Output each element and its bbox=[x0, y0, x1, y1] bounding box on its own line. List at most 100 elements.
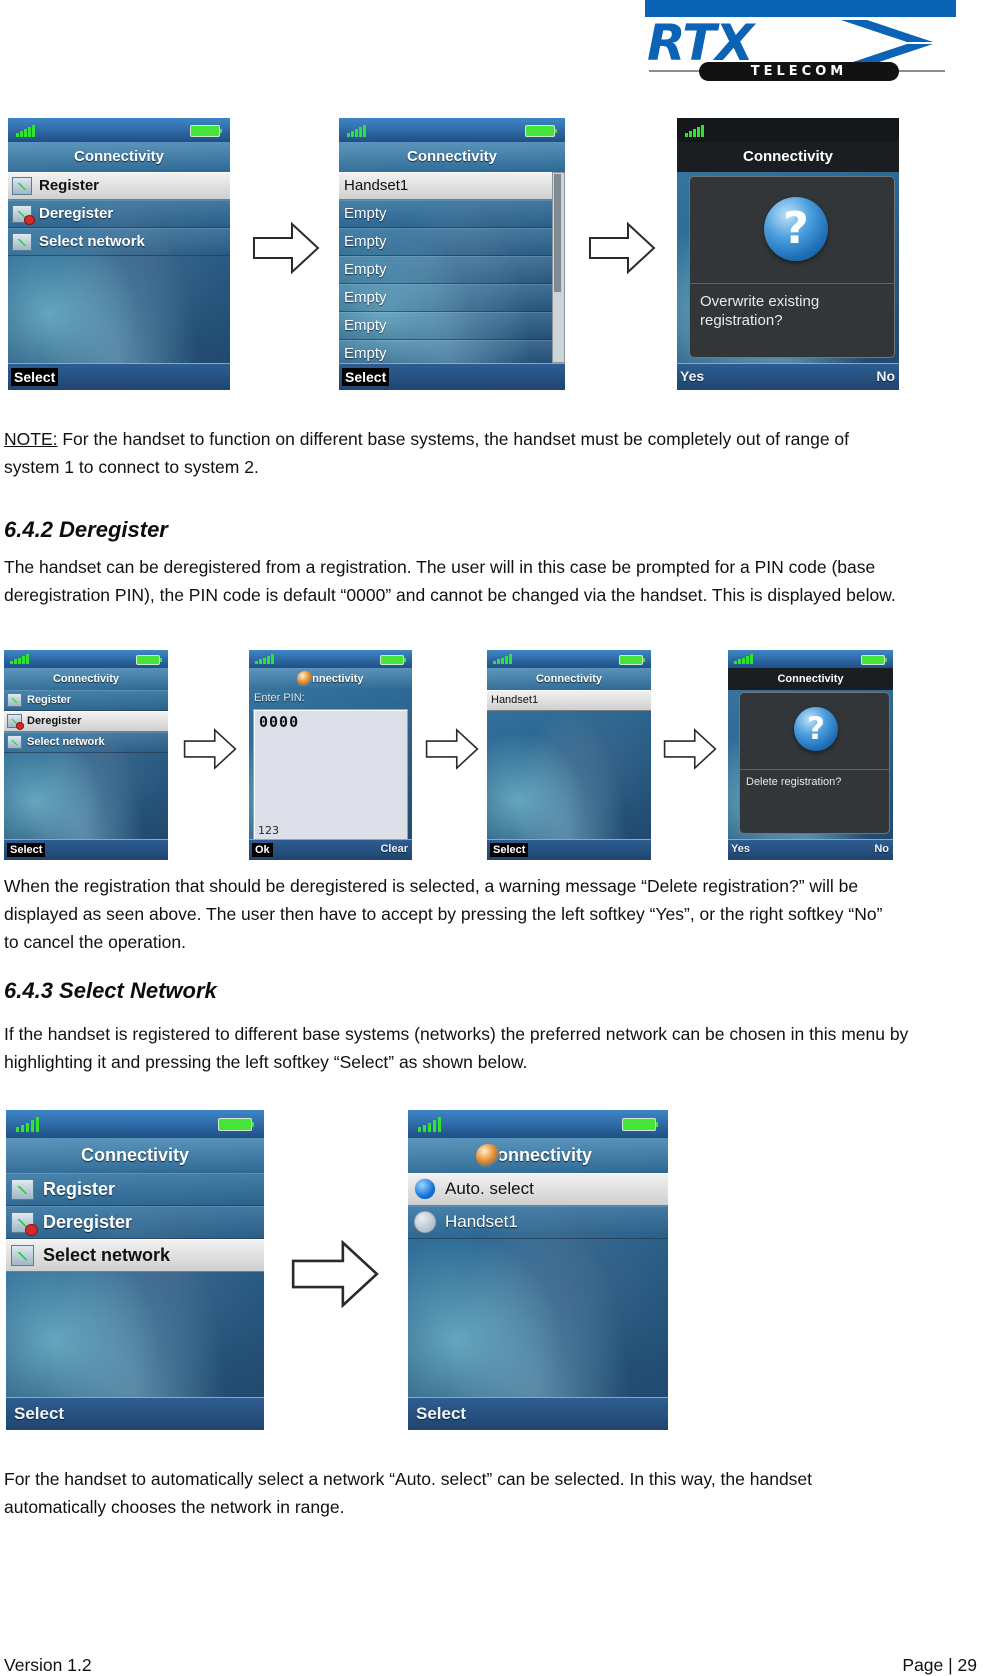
phone-screen-overwrite-dialog: Connectivity ? Overwrite existing regist… bbox=[677, 118, 899, 390]
pin-input[interactable]: 0000 123 bbox=[253, 709, 408, 840]
phone-screen-select-network-menu: Connectivity Register Deregister Select … bbox=[6, 1110, 264, 1430]
flow-arrow-icon bbox=[183, 728, 237, 770]
signal-icon bbox=[10, 654, 29, 664]
list-item-auto-select[interactable]: Auto. select bbox=[408, 1173, 668, 1206]
phone-screen-register-menu: Connectivity Register Deregister Select … bbox=[8, 118, 230, 390]
screen-title: Connectivity bbox=[249, 668, 412, 690]
softkey-bar: Select bbox=[4, 839, 168, 860]
list-item-label: Empty bbox=[344, 261, 387, 278]
softkey-bar: Ok Clear bbox=[249, 839, 412, 860]
battery-icon bbox=[190, 125, 222, 137]
softkey-bar: Select bbox=[339, 363, 565, 390]
softkey-left[interactable]: Select bbox=[7, 843, 46, 857]
list-item[interactable]: Empty bbox=[339, 284, 565, 312]
list-item-handset1[interactable]: Handset1 bbox=[408, 1206, 668, 1239]
list-item[interactable]: Handset1 bbox=[339, 172, 565, 200]
network-icon bbox=[11, 1178, 34, 1200]
menu-item-register[interactable]: Register bbox=[4, 690, 168, 711]
scrollbar[interactable] bbox=[552, 172, 565, 363]
signal-icon bbox=[255, 654, 274, 664]
flow-arrow-icon bbox=[290, 1240, 380, 1308]
menu-item-select-network[interactable]: Select network bbox=[8, 228, 230, 256]
document-page: RTX TELECOM Connectivity Register Deregi… bbox=[0, 0, 983, 1675]
menu-item-deregister[interactable]: Deregister bbox=[6, 1206, 264, 1239]
menu-item-deregister[interactable]: Deregister bbox=[4, 711, 168, 732]
list-item[interactable]: Empty bbox=[339, 256, 565, 284]
menu-item-label: Select network bbox=[39, 233, 145, 250]
phone-screen-network-list: Connectivity Auto. select Handset1 Selec… bbox=[408, 1110, 668, 1430]
handset-list: Handset1 Empty Empty Empty Empty Empty E… bbox=[339, 172, 565, 368]
list-item[interactable]: Empty bbox=[339, 228, 565, 256]
list-item[interactable]: Empty bbox=[339, 200, 565, 228]
network-deny-icon bbox=[11, 1211, 38, 1236]
signal-icon bbox=[734, 654, 753, 664]
input-mode-indicator: 123 bbox=[258, 824, 279, 837]
list-item[interactable]: Handset1 bbox=[487, 690, 651, 711]
softkey-left[interactable]: Ok bbox=[252, 843, 273, 857]
softkey-left[interactable]: Select bbox=[416, 1404, 466, 1424]
softkey-bar: Select bbox=[8, 363, 230, 390]
signal-icon bbox=[418, 1117, 441, 1132]
softkey-left[interactable]: Select bbox=[490, 843, 529, 857]
menu-item-select-network[interactable]: Select network bbox=[6, 1239, 264, 1272]
network-deny-icon bbox=[12, 204, 35, 226]
screen-title: Connectivity bbox=[728, 668, 893, 690]
menu-item-deregister[interactable]: Deregister bbox=[8, 200, 230, 228]
network-icon bbox=[7, 693, 22, 707]
menu-list: Register Deregister Select network bbox=[4, 690, 168, 753]
scrollbar-thumb[interactable] bbox=[554, 174, 561, 292]
confirm-dialog: ? Delete registration? bbox=[739, 692, 890, 834]
globe-icon bbox=[476, 1144, 500, 1168]
flow-arrow-icon bbox=[663, 728, 717, 770]
menu-list: Register Deregister Select network bbox=[8, 172, 230, 256]
screen-title-label: Connectivity bbox=[483, 1145, 593, 1165]
signal-icon bbox=[685, 124, 704, 137]
battery-icon bbox=[380, 655, 406, 665]
menu-item-register[interactable]: Register bbox=[6, 1173, 264, 1206]
note-label: NOTE: bbox=[4, 429, 58, 449]
softkey-left[interactable]: Select bbox=[14, 1404, 64, 1424]
list-item[interactable]: Empty bbox=[339, 312, 565, 340]
rtx-telecom-logo: RTX TELECOM bbox=[645, 0, 983, 92]
softkey-right[interactable]: No bbox=[876, 368, 895, 384]
network-icon bbox=[11, 1244, 34, 1266]
screen-title: Connectivity bbox=[487, 668, 651, 690]
radio-selected-icon[interactable] bbox=[414, 1178, 436, 1200]
flow-arrow-icon bbox=[425, 728, 479, 770]
paragraph-after-deregister: When the registration that should be der… bbox=[4, 876, 883, 952]
list-item-label: Auto. select bbox=[445, 1179, 534, 1198]
softkey-right[interactable]: Clear bbox=[380, 843, 408, 855]
battery-icon bbox=[218, 1118, 254, 1131]
radio-unselected-icon[interactable] bbox=[414, 1211, 436, 1233]
status-bar bbox=[408, 1110, 668, 1138]
battery-icon bbox=[622, 1118, 658, 1131]
list-item-label: Empty bbox=[344, 289, 387, 306]
phone-screen-handset-list: Connectivity Handset1 Empty Empty Empty … bbox=[339, 118, 565, 390]
softkey-left[interactable]: Yes bbox=[731, 843, 750, 855]
softkey-bar: Yes No bbox=[677, 363, 899, 390]
phone-screen-handset-select: Connectivity Handset1 Select bbox=[487, 650, 651, 860]
signal-icon bbox=[16, 1117, 39, 1132]
menu-item-select-network[interactable]: Select network bbox=[4, 732, 168, 753]
enter-pin-label: Enter PIN: bbox=[254, 692, 305, 704]
softkey-right[interactable]: No bbox=[874, 843, 889, 855]
globe-icon bbox=[297, 671, 313, 687]
list-item-label: Empty bbox=[344, 345, 387, 362]
network-deny-icon bbox=[7, 714, 24, 730]
menu-item-label: Select network bbox=[43, 1244, 171, 1265]
paragraph-6-4-2: The handset can be deregistered from a r… bbox=[4, 557, 896, 605]
menu-item-label: Register bbox=[27, 694, 72, 706]
screen-title: Connectivity bbox=[408, 1138, 668, 1173]
softkey-left[interactable]: Select bbox=[11, 368, 59, 386]
network-icon bbox=[12, 232, 32, 251]
screen-title: Connectivity bbox=[4, 668, 168, 690]
signal-icon bbox=[493, 654, 512, 664]
status-bar bbox=[8, 118, 230, 142]
menu-item-label: Register bbox=[39, 177, 100, 194]
softkey-left[interactable]: Select bbox=[342, 368, 390, 386]
softkey-left[interactable]: Yes bbox=[680, 368, 704, 384]
status-bar bbox=[339, 118, 565, 142]
question-icon: ? bbox=[764, 197, 828, 261]
menu-item-register[interactable]: Register bbox=[8, 172, 230, 200]
status-bar bbox=[677, 118, 899, 142]
